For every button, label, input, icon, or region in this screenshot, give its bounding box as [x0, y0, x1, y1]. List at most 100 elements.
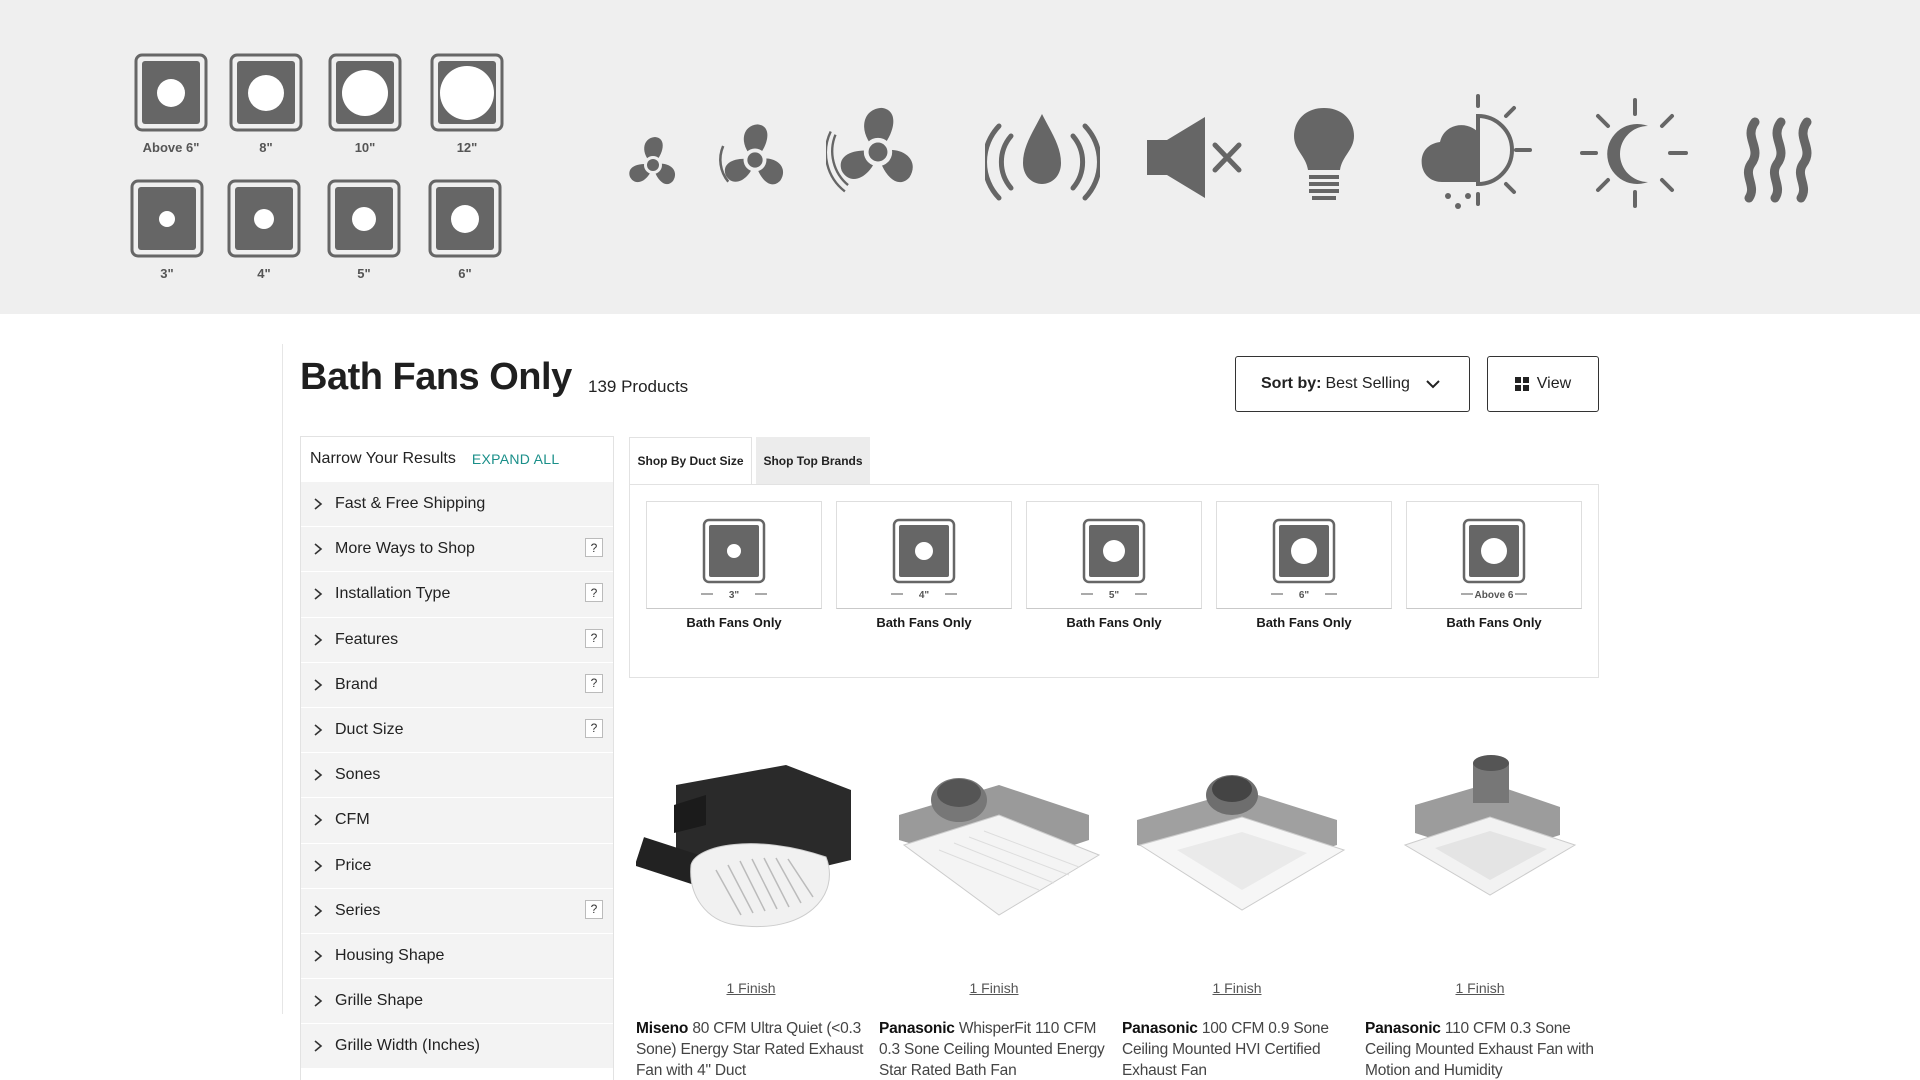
sort-dropdown[interactable]: Sort by: Best Selling — [1235, 356, 1470, 412]
chevron-right-icon — [301, 1039, 335, 1053]
filter-row[interactable]: Installation Type? — [301, 571, 613, 617]
finish-count-link[interactable]: 1 Finish — [879, 980, 1109, 996]
duct-size-tile-image[interactable]: 6" — [1216, 501, 1392, 609]
product-card[interactable]: 1 Finish Panasonic 100 CFM 0.9 Sone Ceil… — [1122, 740, 1352, 1080]
duct-size-label: 12" — [456, 140, 478, 155]
filter-label: CFM — [335, 811, 370, 829]
filter-row[interactable]: More Ways to Shop? — [301, 526, 613, 572]
chevron-right-icon — [301, 859, 335, 873]
duct-size-label: 5" — [357, 266, 371, 281]
svg-text:3": 3" — [729, 590, 740, 601]
chevron-right-icon — [301, 768, 335, 782]
sort-value: Best Selling — [1325, 375, 1410, 392]
product-title[interactable]: Miseno 80 CFM Ultra Quiet (<0.3 Sone) En… — [636, 1018, 866, 1080]
duct-size-tile[interactable]: Above 6 Bath Fans Only — [1406, 501, 1582, 630]
product-brand: Panasonic — [879, 1020, 955, 1037]
help-icon[interactable]: ? — [585, 538, 603, 558]
filter-row[interactable]: Features? — [301, 616, 613, 662]
light-bulb-icon — [1294, 108, 1354, 200]
svg-text:4": 4" — [919, 590, 930, 601]
filter-row[interactable]: Sones — [301, 752, 613, 798]
duct-size-label: 6" — [458, 266, 472, 281]
duct-size-tile[interactable]: 6" Bath Fans Only — [1216, 501, 1392, 630]
duct-size-icon: 4" — [219, 176, 309, 296]
product-brand: Panasonic — [1365, 1020, 1441, 1037]
filter-row[interactable]: Grille Width (Inches) — [301, 1023, 613, 1069]
humidity-sensor-icon — [985, 114, 1100, 201]
duct-size-tile[interactable]: 5" Bath Fans Only — [1026, 501, 1202, 630]
filter-row[interactable]: Price — [301, 842, 613, 888]
feature-icon-banner: Above 6" 8" 10" 12" 3" 4" 5" 6" — [0, 0, 1920, 314]
product-card[interactable]: 1 Finish Miseno 80 CFM Ultra Quiet (<0.3… — [636, 740, 866, 1080]
product-title[interactable]: Panasonic WhisperFit 110 CFM 0.3 Sone Ce… — [879, 1018, 1109, 1080]
duct-size-tile[interactable]: 4" Bath Fans Only — [836, 501, 1012, 630]
duct-size-icon: Above 6" — [126, 50, 216, 170]
view-label: View — [1536, 375, 1572, 392]
help-icon[interactable]: ? — [585, 628, 603, 648]
product-title[interactable]: Panasonic 110 CFM 0.3 Sone Ceiling Mount… — [1365, 1018, 1595, 1080]
duct-size-tile-caption: Bath Fans Only — [686, 615, 782, 630]
svg-text:5": 5" — [1109, 590, 1120, 601]
svg-text:Above 6: Above 6 — [1475, 590, 1514, 601]
chevron-right-icon — [301, 497, 335, 511]
filter-row[interactable]: Duct Size? — [301, 706, 613, 753]
duct-size-label: 3" — [160, 266, 174, 281]
filter-row[interactable]: CFM — [301, 797, 613, 843]
product-brand: Miseno — [636, 1020, 689, 1037]
duct-size-tile-image[interactable]: 5" — [1026, 501, 1202, 609]
product-card[interactable]: 1 Finish Panasonic 110 CFM 0.3 Sone Ceil… — [1365, 740, 1595, 1080]
product-title[interactable]: Panasonic 100 CFM 0.9 Sone Ceiling Mount… — [1122, 1018, 1352, 1080]
duct-size-tile[interactable]: 3" Bath Fans Only — [646, 501, 822, 630]
svg-text:6": 6" — [1299, 590, 1310, 601]
product-card[interactable]: 1 Finish Panasonic WhisperFit 110 CFM 0.… — [879, 740, 1109, 1080]
product-image[interactable] — [1365, 740, 1595, 950]
tab-shop-by-duct-size[interactable]: Shop By Duct Size — [629, 437, 752, 484]
help-icon[interactable]: ? — [585, 673, 603, 693]
filter-sidebar: Narrow Your Results EXPAND ALL Fast & Fr… — [300, 436, 614, 1080]
sort-prefix: Sort by: — [1261, 375, 1322, 392]
help-icon[interactable]: ? — [585, 718, 603, 738]
duct-size-tile-image[interactable]: Above 6 — [1406, 501, 1582, 609]
filter-row[interactable]: Series? — [301, 887, 613, 933]
chevron-right-icon — [301, 723, 335, 737]
chevron-right-icon — [301, 904, 335, 918]
finish-count-link[interactable]: 1 Finish — [636, 980, 866, 996]
help-icon[interactable]: ? — [585, 899, 603, 919]
duct-size-icon: 5" — [319, 176, 409, 296]
product-image[interactable] — [1122, 740, 1352, 950]
filter-row[interactable]: Brand? — [301, 661, 613, 707]
filter-heading: Narrow Your Results — [310, 450, 456, 467]
filter-label: Grille Shape — [335, 992, 424, 1010]
filter-label: Fast & Free Shipping — [335, 495, 486, 513]
filter-label: Features — [335, 630, 399, 648]
product-image[interactable] — [636, 740, 866, 950]
filter-row[interactable]: Grille Shape — [301, 978, 613, 1024]
help-icon[interactable]: ? — [585, 583, 603, 603]
filter-label: Brand — [335, 675, 378, 693]
chevron-down-icon — [1426, 380, 1440, 389]
chevron-right-icon — [301, 994, 335, 1008]
filter-label: Duct Size — [335, 721, 404, 739]
duct-size-tile-image[interactable]: 3" — [646, 501, 822, 609]
grid-view-icon — [1514, 377, 1529, 391]
view-toggle-button[interactable]: View — [1487, 356, 1599, 412]
filter-label: Price — [335, 856, 372, 874]
product-image[interactable] — [879, 740, 1109, 950]
weather-icon — [1421, 94, 1532, 209]
page-title: Bath Fans Only — [300, 356, 572, 398]
fan-small-icon — [629, 137, 676, 185]
expand-all-link[interactable]: EXPAND ALL — [472, 451, 560, 467]
content-divider — [282, 344, 283, 1014]
duct-size-tile-image[interactable]: 4" — [836, 501, 1012, 609]
duct-size-tile-caption: Bath Fans Only — [1066, 615, 1162, 630]
filter-row[interactable]: Housing Shape — [301, 932, 613, 979]
duct-size-icon: 12" — [422, 50, 512, 170]
filter-label: Grille Width (Inches) — [335, 1037, 480, 1055]
duct-size-tile-caption: Bath Fans Only — [1256, 615, 1352, 630]
filter-row[interactable]: Fast & Free Shipping — [301, 481, 613, 527]
finish-count-link[interactable]: 1 Finish — [1365, 980, 1595, 996]
tab-shop-top-brands[interactable]: Shop Top Brands — [756, 437, 870, 484]
finish-count-link[interactable]: 1 Finish — [1122, 980, 1352, 996]
filter-label: Housing Shape — [335, 946, 445, 964]
fan-medium-icon — [719, 124, 784, 185]
